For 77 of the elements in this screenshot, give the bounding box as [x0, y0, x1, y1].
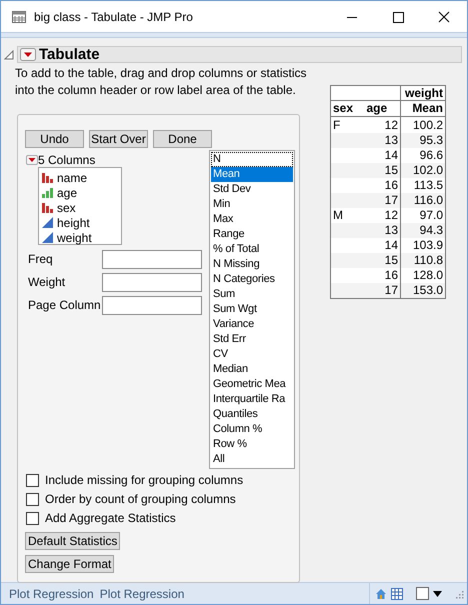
checkbox[interactable] [26, 492, 39, 506]
table-cell: 128.0 [400, 268, 446, 283]
row-label: M [333, 208, 343, 222]
table-cell: 96.6 [400, 148, 446, 163]
table-cell: 97.0 [400, 208, 446, 223]
table-cell: 153.0 [400, 283, 446, 298]
statistic-item[interactable]: N [211, 152, 293, 167]
column-list-item[interactable]: weight [39, 230, 121, 245]
toolbar-button[interactable]: Done [153, 130, 212, 148]
statistic-item[interactable]: Quantiles [211, 407, 293, 422]
toolbar-button[interactable]: Undo [25, 130, 84, 148]
checkbox-label: Include missing for grouping columns [45, 472, 244, 489]
action-button[interactable]: Change Format [25, 555, 114, 573]
status-text: Plot Regression [9, 586, 94, 602]
checkbox-label: Order by count of grouping columns [45, 491, 236, 508]
column-list-item[interactable]: name [39, 170, 121, 185]
role-drop-field[interactable] [102, 250, 202, 268]
statistic-item[interactable]: Max [211, 212, 293, 227]
role-label: Page Column [27, 297, 102, 314]
statistic-item[interactable]: % of Total [211, 242, 293, 257]
row-label: F [333, 118, 340, 132]
instructions-text: To add to the table, drag and drop columns or statistics into the column header or row label area of the table. [15, 65, 308, 99]
statistic-item[interactable]: Std Err [211, 332, 293, 347]
checkbox[interactable] [26, 512, 39, 524]
nominal-bars-icon [42, 172, 54, 183]
column-list-item[interactable]: sex [39, 200, 121, 215]
statistic-item[interactable]: N Categories [211, 272, 293, 287]
statistic-item[interactable]: Geometric Mea [211, 377, 293, 392]
table-cell: 110.8 [400, 253, 446, 268]
table-cell: 103.9 [400, 238, 446, 253]
statistic-item[interactable]: CV [211, 347, 293, 362]
statistic-item[interactable]: Mean [211, 167, 293, 182]
continuous-triangle-icon [42, 232, 54, 243]
statistic-item[interactable]: All [211, 452, 293, 467]
ordinal-bars-icon [42, 187, 54, 198]
row-label: 17 [364, 283, 400, 298]
table-cell: 113.5 [400, 178, 446, 193]
statistic-item[interactable]: Row % [211, 437, 293, 452]
action-button[interactable]: Default Statistics [25, 532, 120, 550]
status-text: Plot Regression [100, 586, 184, 602]
statistic-item[interactable]: Sum [211, 287, 293, 302]
table-cell: 95.3 [400, 133, 446, 148]
window-title: big class - Tabulate - JMP Pro [34, 8, 193, 26]
table-cell: 116.0 [400, 193, 446, 208]
role-label: Freq [27, 251, 54, 268]
table-cell: 102.0 [400, 163, 446, 178]
home-icon[interactable] [375, 588, 387, 600]
columns-header: 5 Columns [38, 152, 96, 168]
statistic-item[interactable]: Interquartile Ra [211, 392, 293, 407]
role-drop-field[interactable] [102, 296, 202, 314]
dropdown-arrow-icon[interactable] [433, 590, 442, 596]
statistic-item[interactable]: Min [211, 197, 293, 212]
table-cell: 94.3 [400, 223, 446, 238]
continuous-triangle-icon [42, 217, 54, 228]
role-label: Weight [27, 274, 66, 291]
statistic-item[interactable]: Column % [211, 422, 293, 437]
table-icon[interactable] [391, 588, 403, 600]
resize-grip-icon[interactable] [454, 588, 464, 598]
checkbox-label: Add Aggregate Statistics [45, 510, 176, 527]
column-header: weight [400, 86, 446, 100]
app-icon [12, 10, 26, 22]
column-list-item[interactable]: age [39, 185, 121, 200]
statistic-item[interactable]: Sum Wgt [211, 302, 293, 317]
role-drop-field[interactable] [102, 272, 202, 292]
statistic-item[interactable]: Variance [211, 317, 293, 332]
color-swatch[interactable] [416, 587, 429, 600]
outline-title: Tabulate [39, 47, 100, 62]
checkbox[interactable] [26, 474, 39, 486]
disclosure-icon[interactable] [4, 50, 14, 60]
column-list-item[interactable]: height [39, 215, 121, 230]
statistic-item[interactable]: Std Dev [211, 182, 293, 197]
statistic-item[interactable]: Range [211, 227, 293, 242]
nominal-bars-icon [42, 202, 54, 213]
menu-triangle-icon[interactable] [26, 154, 38, 164]
toolbar-button[interactable]: Start Over [89, 130, 148, 148]
statistic-item[interactable]: N Missing [211, 257, 293, 272]
statistic-item[interactable]: Median [211, 362, 293, 377]
